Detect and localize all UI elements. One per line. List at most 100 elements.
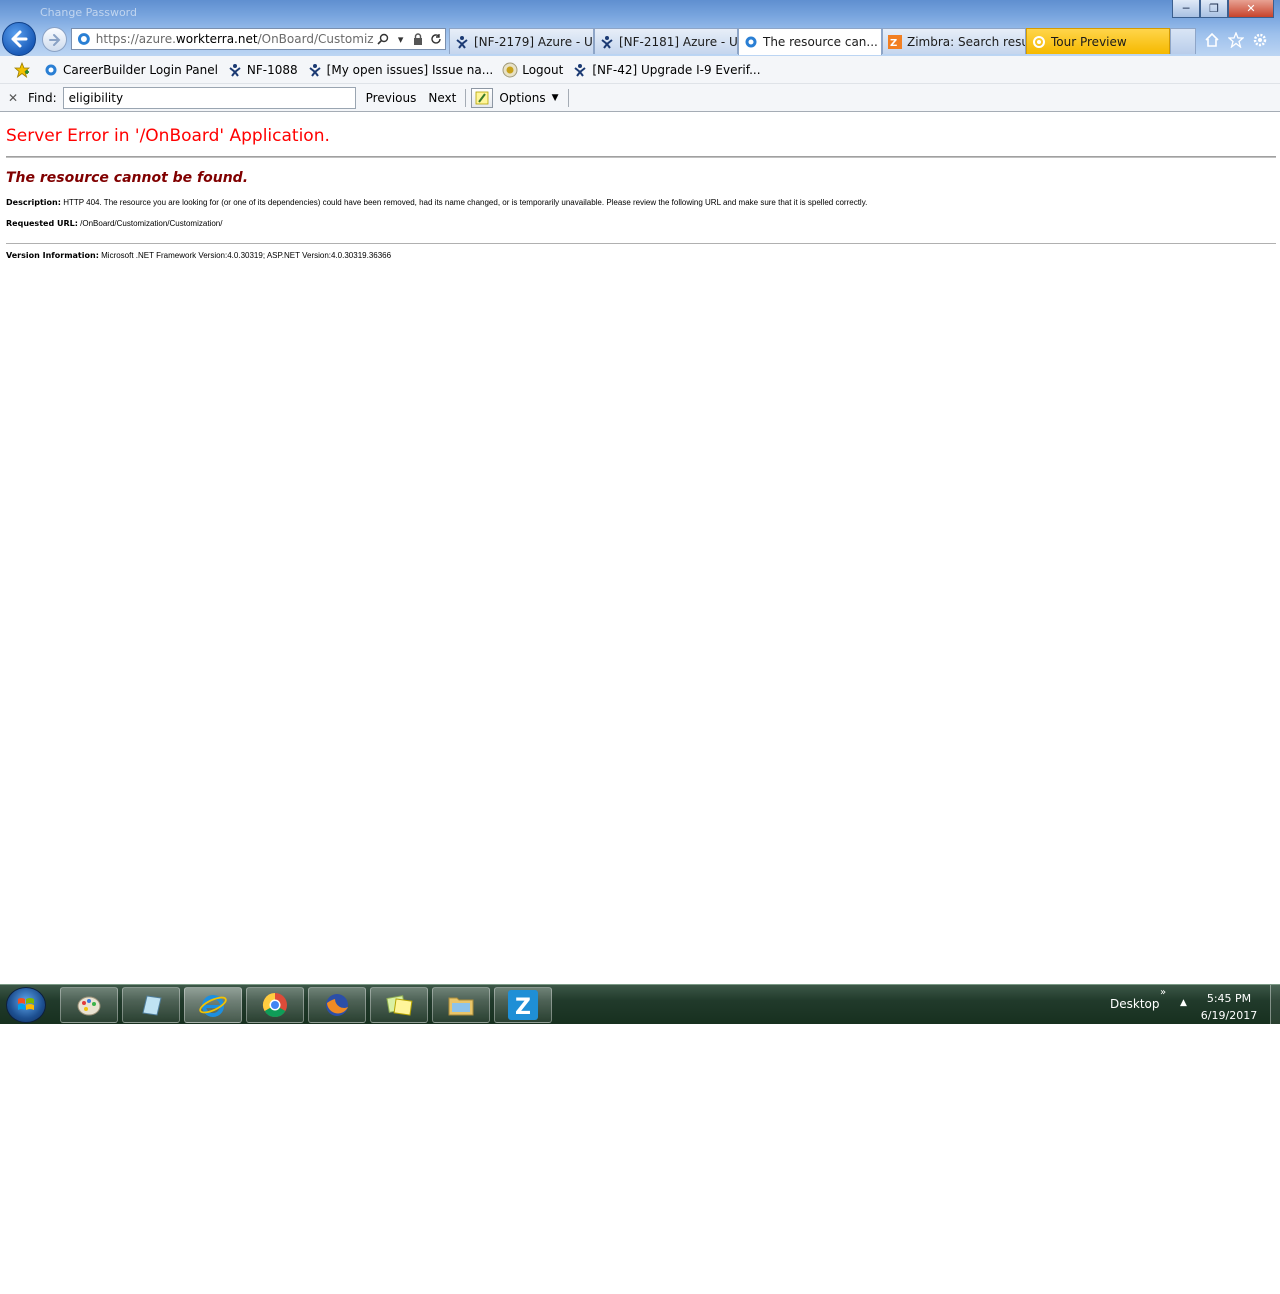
- tab-resource-not-found[interactable]: The resource can... ✕: [738, 28, 882, 55]
- gear-icon[interactable]: [1250, 30, 1270, 50]
- favorites-star-icon[interactable]: [1226, 30, 1246, 50]
- favorite-label: Logout: [522, 62, 564, 77]
- version-line: Version Information: Microsoft .NET Fram…: [6, 251, 1276, 260]
- clock[interactable]: 5:45 PM 6/19/2017: [1196, 990, 1262, 1024]
- window-controls: ─ ❐ ✕: [1172, 0, 1274, 18]
- requested-url-line: Requested URL: /OnBoard/Customization/Cu…: [6, 219, 1276, 228]
- favorite-my-open-issues[interactable]: [My open issues] Issue na...: [307, 62, 494, 78]
- internet-explorer-icon: [199, 995, 227, 1017]
- highlight-pencil-icon[interactable]: [471, 87, 494, 108]
- taskbar-paint[interactable]: [60, 987, 118, 1023]
- arrow-left-icon: [11, 30, 28, 48]
- favorite-nf-1088[interactable]: NF-1088: [227, 62, 298, 78]
- url-prefix: https://azure.: [95, 32, 176, 46]
- find-close-icon[interactable]: ✕: [8, 91, 22, 105]
- toolbar-chevron-icon[interactable]: »: [1160, 987, 1166, 998]
- divider: [6, 156, 1276, 158]
- taskbar-notes[interactable]: [122, 987, 180, 1023]
- page-subtitle: The resource cannot be found.: [6, 170, 249, 186]
- svg-text:Z: Z: [890, 38, 897, 49]
- taskbar-internet-explorer[interactable]: [184, 987, 242, 1023]
- taskbar-sticky-notes[interactable]: [370, 987, 428, 1023]
- lock-icon[interactable]: [409, 30, 427, 48]
- browser-title-bar: Change Password ─ ❐ ✕ https://azure.work…: [0, 0, 1280, 56]
- folder-icon: [448, 997, 474, 1016]
- sticky-notes-icon: [386, 995, 413, 1016]
- favorites-bar: CareerBuilder Login Panel NF-1088 [My op…: [0, 56, 1280, 84]
- restore-button[interactable]: ❐: [1200, 0, 1228, 18]
- tour-icon: [1031, 34, 1047, 50]
- tray-expand-icon[interactable]: ▲: [1180, 998, 1187, 1008]
- tab-nf-2181[interactable]: [NF-2181] Azure - UI...: [594, 28, 738, 54]
- tab-zimbra[interactable]: Z Zimbra: Search results: [882, 28, 1026, 54]
- browser-toolbar-icons: [1202, 30, 1270, 50]
- divider: [6, 243, 1276, 244]
- description-label: Description:: [6, 198, 61, 207]
- find-options-label: Options: [499, 90, 546, 105]
- tab-label: [NF-2181] Azure - UI...: [619, 34, 738, 49]
- requested-url-value: /OnBoard/Customization/Customization/: [80, 219, 223, 228]
- search-icon[interactable]: [374, 30, 392, 48]
- new-tab-button[interactable]: [1170, 28, 1196, 54]
- url-domain: workterra.net: [175, 32, 258, 46]
- chevron-down-icon: ▼: [551, 92, 559, 103]
- description-text: HTTP 404. The resource you are looking f…: [63, 198, 868, 207]
- version-value: Microsoft .NET Framework Version:4.0.303…: [101, 251, 392, 260]
- favorite-careerbuilder[interactable]: CareerBuilder Login Panel: [43, 62, 218, 78]
- desktop-toolbar-label[interactable]: Desktop: [1110, 997, 1160, 1011]
- tab-label: [NF-2179] Azure - UI...: [474, 34, 593, 49]
- description-line: Description: HTTP 404. The resource you …: [6, 198, 1276, 207]
- taskbar-chrome[interactable]: [246, 987, 304, 1023]
- address-bar[interactable]: https://azure.workterra.net/OnBoard/Cust…: [71, 28, 446, 50]
- find-options-menu[interactable]: Options ▼: [499, 91, 558, 105]
- taskbar: Z Desktop » ▲ 5:45 PM 6/19/2017: [0, 984, 1280, 1025]
- show-desktop-button[interactable]: [1270, 985, 1280, 1025]
- home-icon[interactable]: [1202, 30, 1222, 50]
- minimize-button[interactable]: ─: [1172, 0, 1200, 18]
- find-input[interactable]: [62, 86, 356, 109]
- taskbar-zimbra[interactable]: Z: [494, 987, 552, 1023]
- arrow-right-icon: [48, 33, 60, 46]
- version-label: Version Information:: [6, 251, 99, 260]
- find-previous-button[interactable]: Previous: [366, 91, 417, 105]
- site-favicon-icon: [77, 33, 90, 45]
- zimbra-icon: Z: [508, 990, 538, 1020]
- clock-time: 5:45 PM: [1206, 992, 1252, 1005]
- find-separator: [567, 88, 569, 107]
- tab-label: Tour Preview: [1051, 34, 1127, 49]
- taskbar-file-explorer[interactable]: [432, 987, 490, 1023]
- back-button[interactable]: [2, 22, 36, 56]
- address-url[interactable]: https://azure.workterra.net/OnBoard/Cust…: [96, 32, 374, 46]
- jira-icon: [227, 62, 243, 78]
- jira-icon: [599, 34, 615, 50]
- favorite-label: CareerBuilder Login Panel: [63, 62, 218, 77]
- notepad-icon: [142, 995, 162, 1016]
- favorite-label: [My open issues] Issue na...: [326, 62, 494, 77]
- favorite-logout[interactable]: Logout: [502, 62, 563, 78]
- zimbra-icon: Z: [887, 34, 903, 50]
- favorites-add-button[interactable]: [14, 61, 34, 78]
- refresh-icon[interactable]: [427, 30, 445, 48]
- windows-logo-icon: [18, 998, 34, 1010]
- find-bar: ✕ Find: Previous Next Options ▼: [0, 84, 1280, 112]
- favorite-label: [NF-42] Upgrade I-9 Everif...: [592, 62, 761, 77]
- start-button[interactable]: [6, 987, 46, 1023]
- find-next-button[interactable]: Next: [428, 91, 456, 105]
- close-window-button[interactable]: ✕: [1228, 0, 1274, 18]
- tab-label: The resource can...: [763, 35, 878, 49]
- favorite-nf-42[interactable]: [NF-42] Upgrade I-9 Everif...: [572, 62, 761, 78]
- chrome-icon: [262, 993, 287, 1018]
- taskbar-firefox[interactable]: [308, 987, 366, 1023]
- find-separator: [465, 88, 467, 107]
- zimbra-letter: Z: [515, 995, 531, 1020]
- find-label: Find:: [28, 90, 57, 105]
- paint-palette-icon: [77, 996, 101, 1016]
- tab-nf-2179[interactable]: [NF-2179] Azure - UI...: [449, 28, 594, 54]
- tab-tour-preview[interactable]: Tour Preview: [1026, 28, 1170, 54]
- jira-icon: [572, 62, 588, 78]
- jira-icon: [307, 62, 323, 78]
- forward-button[interactable]: [42, 27, 67, 52]
- dropdown-arrow-icon[interactable]: ▾: [392, 30, 410, 48]
- logout-icon: [502, 62, 518, 78]
- url-path: /OnBoard/Customization/: [257, 32, 374, 46]
